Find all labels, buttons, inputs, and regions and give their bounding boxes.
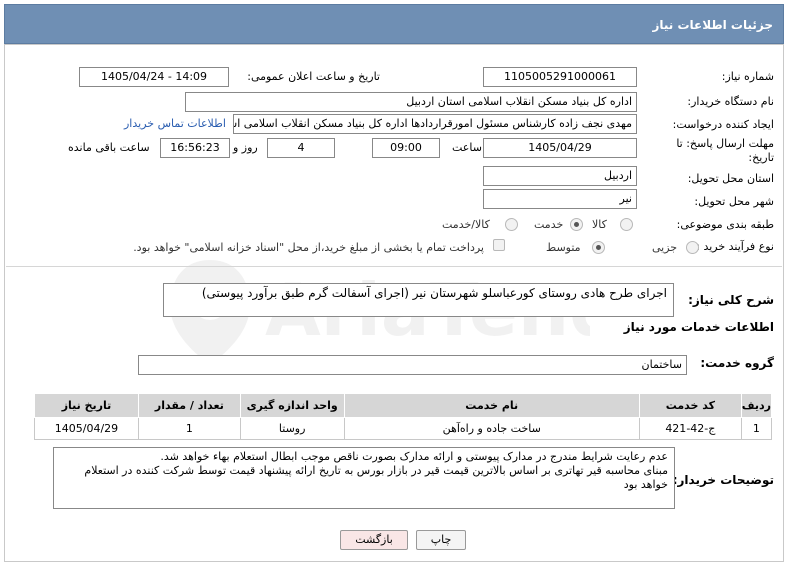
cell-qty: 1 [137,417,241,440]
requester-field: مهدی نجف زاده کارشناس مسئول امورقرارداده… [233,114,637,134]
purchase-option-medium: متوسط [546,241,581,254]
city-label: شهر محل تحویل: [694,195,774,208]
deadline-time-field: 09:00 [372,138,440,158]
page-title: جزئیات اطلاعات نیاز [652,18,773,32]
services-table-wrap: ردیف کد خدمت نام خدمت واحد اندازه گیری ت… [34,393,773,440]
province-label: استان محل تحویل: [687,172,774,185]
back-button[interactable]: بازگشت [340,530,408,550]
summary-label: شرح کلی نیاز: [688,293,774,307]
col-unit: واحد اندازه گیری [239,393,345,418]
category-label: طبقه بندی موضوعی: [676,218,774,231]
announce-field: 1405/04/24 - 14:09 [79,67,229,87]
cell-row: 1 [740,417,773,440]
category-option-both: کالا/خدمت [442,218,490,231]
category-option-goods: کالا [592,218,607,231]
category-radio-both[interactable] [505,218,518,231]
buyer-contact-link[interactable]: اطلاعات تماس خریدار [124,117,226,130]
purchase-option-minor: جزیی [652,241,678,254]
col-date: تاریخ نیاز [34,393,139,418]
category-radio-goods[interactable] [620,218,633,231]
cell-code: ج-42-421 [638,417,742,440]
buyer-notes-text: عدم رعایت شرایط مندرج در مدارک پیوستی و … [84,450,668,491]
buyer-notes-label: توضیحات خریدار: [672,473,774,487]
buyer-org-field: اداره کل بنیاد مسکن انقلاب اسلامی استان … [185,92,637,112]
col-code: کد خدمت [638,393,742,418]
purchase-radio-minor[interactable] [686,241,699,254]
remaining-label: ساعت باقی مانده [68,141,150,154]
deadline-time-label: ساعت [452,141,482,154]
purchase-radio-medium[interactable] [592,241,605,254]
col-name: نام خدمت [343,393,640,418]
table-row: 1 ج-42-421 ساخت جاده و راه‌آهن روستا 1 1… [34,417,773,440]
page-header: جزئیات اطلاعات نیاز [4,4,784,44]
treasury-payment-checkbox[interactable] [493,239,505,251]
category-radio-service[interactable] [570,218,583,231]
divider [6,266,782,267]
city-field: نیر [483,189,637,209]
summary-text: اجرای طرح هادی روستای کورعباسلو شهرستان … [201,286,667,300]
days-label: روز و [233,141,258,154]
service-group-field: ساختمان [138,355,687,375]
province-field: اردبیل [483,166,637,186]
remaining-time-field: 16:56:23 [160,138,230,158]
requester-label: ایجاد کننده درخواست: [672,118,774,131]
category-option-service: خدمت [534,218,564,231]
purchase-type-label: نوع فرآیند خرید : [696,240,774,253]
services-header-row: ردیف کد خدمت نام خدمت واحد اندازه گیری ت… [34,393,773,418]
summary-textarea[interactable]: اجرای طرح هادی روستای کورعباسلو شهرستان … [163,283,674,317]
need-number-field: 1105005291000061 [483,67,637,87]
services-table: ردیف کد خدمت نام خدمت واحد اندازه گیری ت… [34,393,773,440]
service-group-label: گروه خدمت: [700,356,774,370]
buyer-notes-textarea[interactable]: عدم رعایت شرایط مندرج در مدارک پیوستی و … [53,447,675,509]
col-qty: تعداد / مقدار [137,393,241,418]
cell-unit: روستا [239,417,345,440]
deadline-date-field: 1405/04/29 [483,138,637,158]
buyer-org-label: نام دستگاه خریدار: [687,95,774,108]
treasury-payment-note: پرداخت تمام یا بخشی از مبلغ خرید،از محل … [133,241,484,254]
cell-name: ساخت جاده و راه‌آهن [343,417,640,440]
need-number-label: شماره نیاز: [721,70,774,83]
services-section-title: اطلاعات خدمات مورد نیاز [623,320,774,334]
col-row: ردیف [740,393,773,418]
days-remaining-field: 4 [267,138,335,158]
deadline-label: مهلت ارسال پاسخ: تا تاریخ: [676,137,774,164]
announce-label: تاریخ و ساعت اعلان عمومی: [247,70,380,83]
print-button[interactable]: چاپ [416,530,466,550]
cell-date: 1405/04/29 [34,417,139,440]
